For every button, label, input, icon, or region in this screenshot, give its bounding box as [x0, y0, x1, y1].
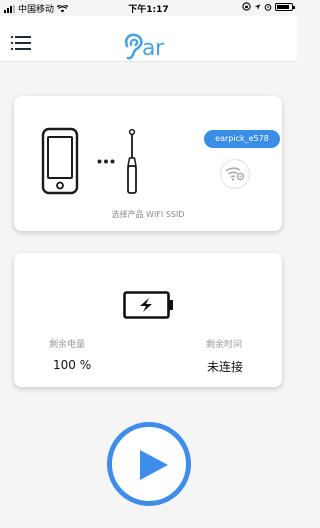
- menu-button[interactable]: [11, 36, 31, 51]
- play-button[interactable]: [107, 422, 191, 506]
- status-card: 剩余电量 100 % 剩余时间 未连接: [14, 253, 282, 387]
- battery-label: 剩余电量: [49, 340, 86, 350]
- ear-logo-icon: [124, 33, 143, 60]
- nav-bar: ar: [0, 16, 297, 62]
- app-logo: ar: [122, 32, 164, 62]
- battery-value: 100 %: [53, 358, 92, 372]
- status-bar: 中国移动 下午1:17: [0, 0, 297, 16]
- rotation-lock-icon: [242, 2, 251, 11]
- time-value: 未连接: [207, 360, 244, 374]
- alarm-icon: [264, 3, 272, 11]
- wifi-settings-button[interactable]: [221, 160, 249, 188]
- logo-text: ar: [142, 35, 164, 61]
- play-icon: [140, 450, 168, 480]
- time-label: 剩余时间: [206, 340, 243, 350]
- device-label: 选择产品 WIFI SSID: [111, 210, 185, 219]
- location-icon: [254, 3, 261, 10]
- device-card: earpick_e578 选择产品 WIFI SSID: [14, 96, 282, 231]
- wifi-gear-icon: [225, 167, 245, 181]
- ssid-badge[interactable]: earpick_e578: [204, 130, 280, 148]
- status-right: [242, 2, 295, 11]
- phone-icon: [41, 127, 79, 195]
- connection-dots-icon: [97, 159, 115, 164]
- battery-status-icon: [275, 2, 295, 11]
- earpick-device-icon: [127, 128, 137, 194]
- battery-charging-icon: [123, 291, 173, 319]
